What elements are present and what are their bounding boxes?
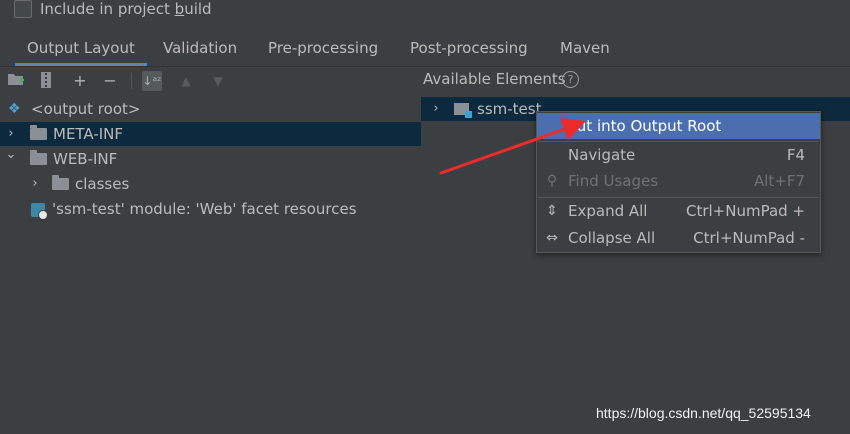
tab-post-processing[interactable]: Post-processing bbox=[410, 36, 528, 66]
tree-item-label: WEB-INF bbox=[53, 150, 118, 168]
expand-all-icon: ⇕ bbox=[546, 203, 558, 219]
new-folder-icon[interactable] bbox=[6, 71, 26, 91]
toolbar-divider bbox=[131, 73, 132, 89]
tab-output-layout[interactable]: Output Layout bbox=[15, 36, 147, 66]
folder-icon bbox=[30, 125, 47, 140]
tree-item-label: classes bbox=[75, 175, 130, 193]
tree-item-label: META-INF bbox=[53, 125, 124, 143]
archive-icon[interactable] bbox=[36, 71, 56, 91]
tree-item-classes[interactable]: › classes bbox=[0, 172, 421, 196]
menu-item-label: Navigate bbox=[568, 146, 636, 164]
module-folder-icon bbox=[454, 103, 472, 118]
tab-pre-processing[interactable]: Pre-processing bbox=[268, 36, 378, 66]
menu-shortcut: F4 bbox=[786, 146, 805, 164]
menu-item-put-into-output-root[interactable]: Put into Output Root bbox=[537, 113, 820, 139]
label-part: uild bbox=[184, 0, 212, 18]
include-in-build-checkbox[interactable] bbox=[14, 0, 32, 18]
menu-item-label: Collapse All bbox=[568, 229, 656, 247]
web-facet-icon bbox=[31, 203, 48, 220]
folder-icon bbox=[52, 175, 69, 190]
available-item-label: ssm-test bbox=[477, 100, 542, 118]
tab-maven[interactable]: Maven bbox=[560, 36, 610, 66]
watermark: https://blog.csdn.net/qq_52595134 bbox=[596, 405, 811, 421]
collapse-all-icon: ⇔ bbox=[546, 230, 558, 246]
menu-shortcut: Alt+F7 bbox=[753, 172, 805, 190]
menu-item-label: Expand All bbox=[568, 202, 648, 220]
move-down-icon[interactable]: ▼ bbox=[208, 71, 228, 91]
menu-item-label: Put into Output Root bbox=[568, 117, 722, 135]
layout-toolbar: + − ↓ᵃᶻ ▲ ▼ bbox=[0, 67, 420, 95]
sort-alphabetically-icon[interactable]: ↓ᵃᶻ bbox=[142, 71, 162, 91]
tree-item-output-root[interactable]: ❖ <output root> bbox=[0, 97, 421, 121]
include-in-build-label[interactable]: Include in project build bbox=[40, 0, 212, 18]
remove-icon[interactable]: − bbox=[100, 71, 120, 91]
menu-item-label: Find Usages bbox=[568, 172, 659, 190]
tree-item-web-facet-resources[interactable]: 'ssm-test' module: 'Web' facet resources bbox=[0, 197, 421, 221]
tree-item-web-inf[interactable]: ⌄ WEB-INF bbox=[0, 147, 421, 171]
menu-item-expand-all[interactable]: ⇕ Expand All Ctrl+NumPad + bbox=[537, 198, 820, 224]
mnemonic-letter: b bbox=[174, 0, 185, 18]
chevron-right-icon[interactable]: › bbox=[429, 97, 443, 121]
menu-item-collapse-all[interactable]: ⇔ Collapse All Ctrl+NumPad - bbox=[537, 225, 820, 251]
tree-item-label: 'ssm-test' module: 'Web' facet resources bbox=[52, 200, 357, 218]
search-icon: ⚲ bbox=[546, 173, 558, 189]
output-root-icon: ❖ bbox=[8, 101, 21, 117]
tab-validation[interactable]: Validation bbox=[163, 36, 237, 66]
folder-icon bbox=[30, 150, 47, 165]
chevron-down-icon[interactable]: ⌄ bbox=[4, 143, 18, 167]
help-icon[interactable]: ? bbox=[562, 71, 579, 88]
label-part: Include in project bbox=[40, 0, 175, 18]
tree-item-meta-inf[interactable]: › META-INF bbox=[0, 122, 421, 146]
menu-shortcut: Ctrl+NumPad + bbox=[685, 202, 805, 220]
available-elements-label: Available Elements bbox=[423, 70, 566, 88]
menu-item-find-usages[interactable]: ⚲ Find Usages Alt+F7 bbox=[537, 168, 820, 194]
menu-item-navigate[interactable]: Navigate F4 bbox=[537, 142, 820, 168]
tree-item-label: <output root> bbox=[31, 100, 141, 118]
tab-bar: Output Layout Validation Pre-processing … bbox=[0, 36, 850, 66]
move-up-icon[interactable]: ▲ bbox=[176, 71, 196, 91]
add-icon[interactable]: + bbox=[70, 71, 90, 91]
context-menu: Put into Output Root Navigate F4 ⚲ Find … bbox=[536, 111, 821, 253]
menu-shortcut: Ctrl+NumPad - bbox=[693, 229, 805, 247]
chevron-right-icon[interactable]: › bbox=[28, 172, 42, 196]
